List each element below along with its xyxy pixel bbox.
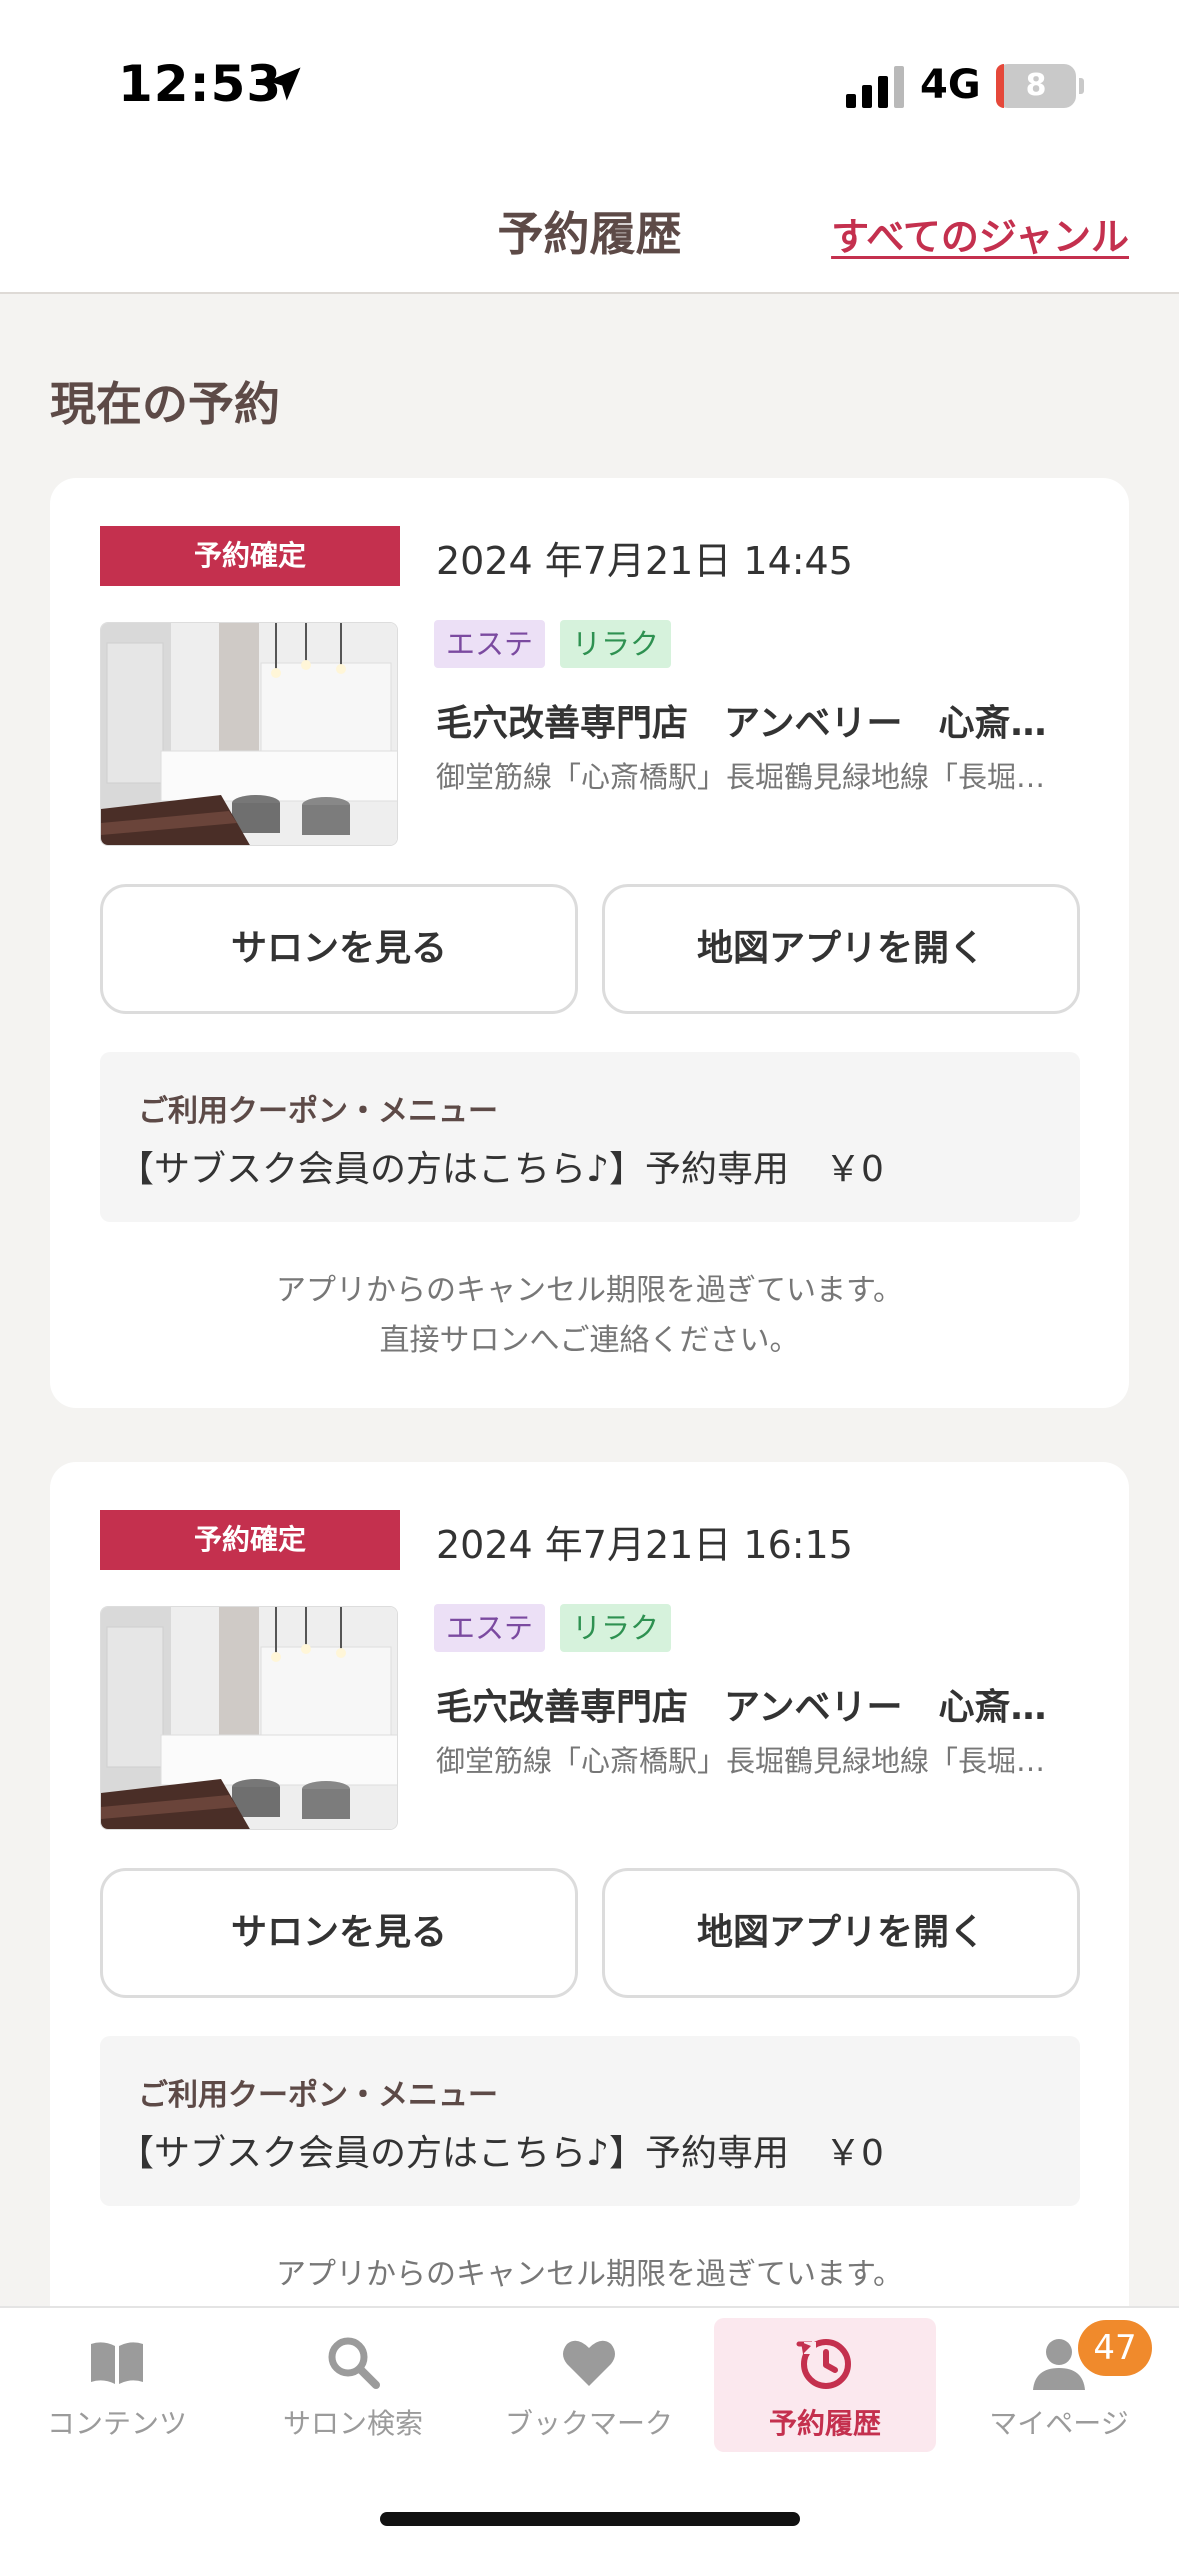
genre-tag-este: エステ: [434, 620, 546, 668]
genre-tag-este: エステ: [434, 1604, 546, 1652]
reservation-datetime: 2024 年7月21日 14:45: [436, 539, 853, 583]
cellular-signal-icon: [846, 66, 904, 108]
battery-icon: 8: [996, 64, 1076, 108]
genre-tag-relax: リラク: [560, 620, 672, 668]
salon-name[interactable]: 毛穴改善専門店 アンベリー 心斎…: [436, 694, 1076, 746]
view-salon-button[interactable]: サロンを見る: [100, 1868, 578, 1998]
network-type: 4G: [920, 62, 981, 108]
heart-icon: [563, 2340, 615, 2386]
reservation-datetime: 2024 年7月21日 16:15: [436, 1523, 853, 1567]
view-salon-button[interactable]: サロンを見る: [100, 884, 578, 1014]
coupon-value: 【サブスク会員の方はこちら♪】予約専用 ￥0: [118, 1149, 884, 1190]
home-indicator: [380, 2512, 800, 2526]
status-bar: 12:53 4G 8: [0, 0, 1179, 170]
all-genres-link[interactable]: すべてのジャンル: [831, 206, 1129, 261]
status-badge: 予約確定: [100, 1510, 400, 1570]
salon-thumbnail[interactable]: [100, 1606, 398, 1830]
genre-tag-relax: リラク: [560, 1604, 672, 1652]
coupon-label: ご利用クーポン・メニュー: [138, 2078, 498, 2113]
section-title: 現在の予約: [50, 377, 280, 431]
search-icon: [328, 2337, 380, 2389]
tab-label: ブックマーク: [504, 2407, 673, 2440]
coupon-box: ご利用クーポン・メニュー 【サブスク会員の方はこちら♪】予約専用 ￥0: [100, 2036, 1080, 2206]
tab-salon-search[interactable]: サロン検索: [242, 2318, 464, 2452]
salon-access: 御堂筋線「心斎橋駅」長堀鶴見緑地線「長堀…: [436, 1744, 1046, 1778]
cancel-note-line: アプリからのキャンセル期限を過ぎています。: [276, 1273, 903, 1308]
tab-mypage[interactable]: マイページ 47: [948, 2318, 1170, 2452]
nav-header: 予約履歴 すべてのジャンル: [0, 170, 1179, 294]
book-icon: [91, 2342, 143, 2384]
history-clock-icon: [796, 2339, 851, 2389]
salon-name[interactable]: 毛穴改善専門店 アンベリー 心斎…: [436, 1678, 1076, 1730]
tab-contents[interactable]: コンテンツ: [6, 2318, 228, 2452]
tab-label: 予約履歴: [768, 2407, 881, 2440]
coupon-label: ご利用クーポン・メニュー: [138, 1094, 498, 1129]
tab-reservation-history[interactable]: 予約履歴: [714, 2318, 936, 2452]
notification-badge: 47: [1078, 2320, 1152, 2376]
open-map-button[interactable]: 地図アプリを開く: [602, 884, 1080, 1014]
battery-level: 8: [1025, 68, 1047, 103]
coupon-box: ご利用クーポン・メニュー 【サブスク会員の方はこちら♪】予約専用 ￥0: [100, 1052, 1080, 1222]
cancel-note-line: アプリからのキャンセル期限を過ぎています。: [276, 2257, 903, 2292]
tab-label: マイページ: [989, 2407, 1129, 2440]
status-badge: 予約確定: [100, 526, 400, 586]
salon-thumbnail[interactable]: [100, 622, 398, 846]
battery-cap: [1079, 78, 1084, 94]
reservation-card: 予約確定 2024 年7月21日 14:45 エステ リラク 毛穴改善専門店 ア…: [50, 478, 1129, 1408]
tab-label: コンテンツ: [46, 2407, 187, 2440]
status-time: 12:53: [118, 55, 283, 113]
coupon-value: 【サブスク会員の方はこちら♪】予約専用 ￥0: [118, 2133, 884, 2174]
salon-access: 御堂筋線「心斎橋駅」長堀鶴見緑地線「長堀…: [436, 760, 1046, 794]
cancel-note: アプリからのキャンセル期限を過ぎています。: [50, 2250, 1129, 2300]
tab-label: サロン検索: [282, 2407, 423, 2440]
cancel-note-line: 直接サロンへご連絡ください。: [379, 1323, 800, 1358]
cancel-note: アプリからのキャンセル期限を過ぎています。 直接サロンへご連絡ください。: [50, 1266, 1129, 1366]
location-arrow-icon: [267, 67, 301, 101]
tab-bookmark[interactable]: ブックマーク: [478, 2318, 700, 2452]
open-map-button[interactable]: 地図アプリを開く: [602, 1868, 1080, 1998]
